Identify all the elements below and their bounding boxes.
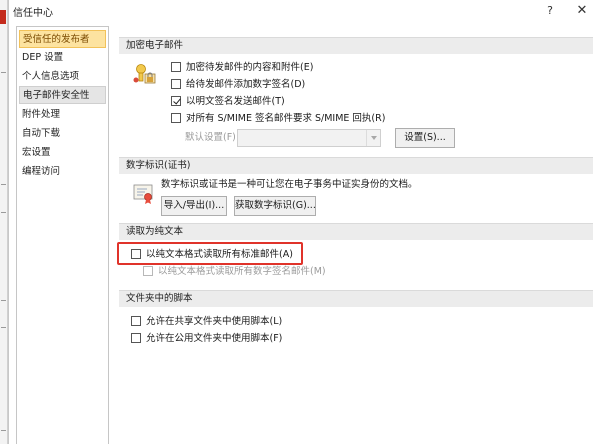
read-standard-plain-text-checkbox[interactable] — [131, 249, 141, 259]
read-signed-plain-text-option: 以纯文本格式读取所有数字签名邮件(M) — [143, 265, 326, 279]
close-button[interactable]: ✕ — [571, 2, 593, 20]
sidebar-item-label: 编程访问 — [22, 166, 61, 177]
default-setting-label: 默认设置(F): — [185, 132, 240, 143]
sidebar-nav: 受信任的发布者 DEP 设置 个人信息选项 电子邮件安全性 附件处理 自动下载 … — [16, 26, 109, 444]
background-app-mark — [1, 430, 6, 431]
read-signed-plain-text-label: 以纯文本格式读取所有数字签名邮件(M) — [158, 266, 326, 277]
clear-text-signed-option[interactable]: 以明文签名发送邮件(T) — [171, 95, 285, 109]
section-header-digital-ids: 数字标识(证书) — [119, 157, 593, 174]
encrypt-contents-label: 加密待发邮件的内容和附件(E) — [186, 62, 314, 73]
certificate-icon — [133, 184, 153, 204]
import-export-button[interactable]: 导入/导出(I)... — [161, 196, 227, 216]
section-header-encrypted-email: 加密电子邮件 — [119, 37, 593, 54]
section-header-read-plain-text: 读取为纯文本 — [119, 223, 593, 240]
chevron-down-icon — [366, 130, 380, 146]
sidebar-item-macro-settings[interactable]: 宏设置 — [19, 144, 106, 162]
sidebar-item-label: DEP 设置 — [22, 52, 64, 63]
shared-folder-scripts-checkbox[interactable] — [131, 316, 141, 326]
sidebar-item-label: 宏设置 — [22, 147, 51, 158]
background-app-mark — [1, 72, 6, 73]
settings-panel: 加密电子邮件 加密待发邮件的内容和附件(E) 给待发邮件添加数字签名(D) 以明… — [117, 26, 597, 444]
background-app-mark — [1, 327, 6, 328]
sidebar-item-dep-settings[interactable]: DEP 设置 — [19, 49, 106, 67]
background-app-mark — [1, 184, 6, 185]
section-header-folder-scripts: 文件夹中的脚本 — [119, 290, 593, 307]
clear-text-signed-checkbox[interactable] — [171, 96, 181, 106]
public-folder-scripts-label: 允许在公用文件夹中使用脚本(F) — [146, 333, 283, 344]
get-digital-id-button[interactable]: 获取数字标识(G)... — [234, 196, 316, 216]
add-digital-signature-label: 给待发邮件添加数字签名(D) — [186, 79, 306, 90]
clear-text-signed-label: 以明文签名发送邮件(T) — [186, 96, 285, 107]
encrypt-contents-checkbox[interactable] — [171, 62, 181, 72]
shared-folder-scripts-option[interactable]: 允许在共享文件夹中使用脚本(L) — [131, 315, 282, 329]
public-folder-scripts-checkbox[interactable] — [131, 333, 141, 343]
window-title: 信任中心 — [13, 8, 53, 19]
read-standard-plain-text-label: 以纯文本格式读取所有标准邮件(A) — [146, 249, 293, 260]
read-signed-plain-text-checkbox — [143, 266, 153, 276]
add-digital-signature-option[interactable]: 给待发邮件添加数字签名(D) — [171, 78, 305, 92]
sidebar-item-programmatic-access[interactable]: 编程访问 — [19, 163, 106, 181]
background-app-mark — [1, 212, 6, 213]
sidebar-item-attachment-handling[interactable]: 附件处理 — [19, 106, 106, 124]
add-digital-signature-checkbox[interactable] — [171, 79, 181, 89]
background-app-edge — [0, 0, 8, 444]
sidebar-item-label: 个人信息选项 — [22, 71, 80, 82]
sidebar-item-label: 附件处理 — [22, 109, 61, 120]
background-app-accent — [0, 10, 6, 24]
sidebar-item-automatic-download[interactable]: 自动下载 — [19, 125, 106, 143]
sidebar-item-email-security[interactable]: 电子邮件安全性 — [19, 86, 106, 104]
public-folder-scripts-option[interactable]: 允许在公用文件夹中使用脚本(F) — [131, 332, 282, 346]
title-bar: 信任中心 ? ✕ — [9, 0, 600, 22]
encrypt-contents-option[interactable]: 加密待发邮件的内容和附件(E) — [171, 61, 313, 75]
shared-folder-scripts-label: 允许在共享文件夹中使用脚本(L) — [146, 316, 283, 327]
sidebar-item-label: 自动下载 — [22, 128, 61, 139]
read-standard-plain-text-option[interactable]: 以纯文本格式读取所有标准邮件(A) — [131, 248, 293, 262]
sidebar-item-trusted-publishers[interactable]: 受信任的发布者 — [19, 30, 106, 48]
background-app-mark — [1, 300, 6, 301]
sidebar-item-label: 电子邮件安全性 — [23, 90, 90, 101]
digital-id-description: 数字标识或证书是一种可让您在电子事务中证实身份的文档。 — [161, 179, 418, 190]
trust-center-dialog: 信任中心 ? ✕ 受信任的发布者 DEP 设置 个人信息选项 电子邮件安全性 附… — [8, 0, 600, 444]
smime-receipt-option[interactable]: 对所有 S/MIME 签名邮件要求 S/MIME 回执(R) — [171, 112, 385, 126]
sidebar-item-privacy-options[interactable]: 个人信息选项 — [19, 68, 106, 86]
help-button[interactable]: ? — [541, 2, 559, 20]
smime-receipt-label: 对所有 S/MIME 签名邮件要求 S/MIME 回执(R) — [186, 113, 386, 124]
sidebar-item-label: 受信任的发布者 — [23, 34, 90, 45]
settings-button[interactable]: 设置(S)... — [395, 128, 455, 148]
email-lock-icon — [133, 64, 156, 84]
smime-receipt-checkbox[interactable] — [171, 113, 181, 123]
default-setting-dropdown[interactable] — [237, 129, 381, 147]
